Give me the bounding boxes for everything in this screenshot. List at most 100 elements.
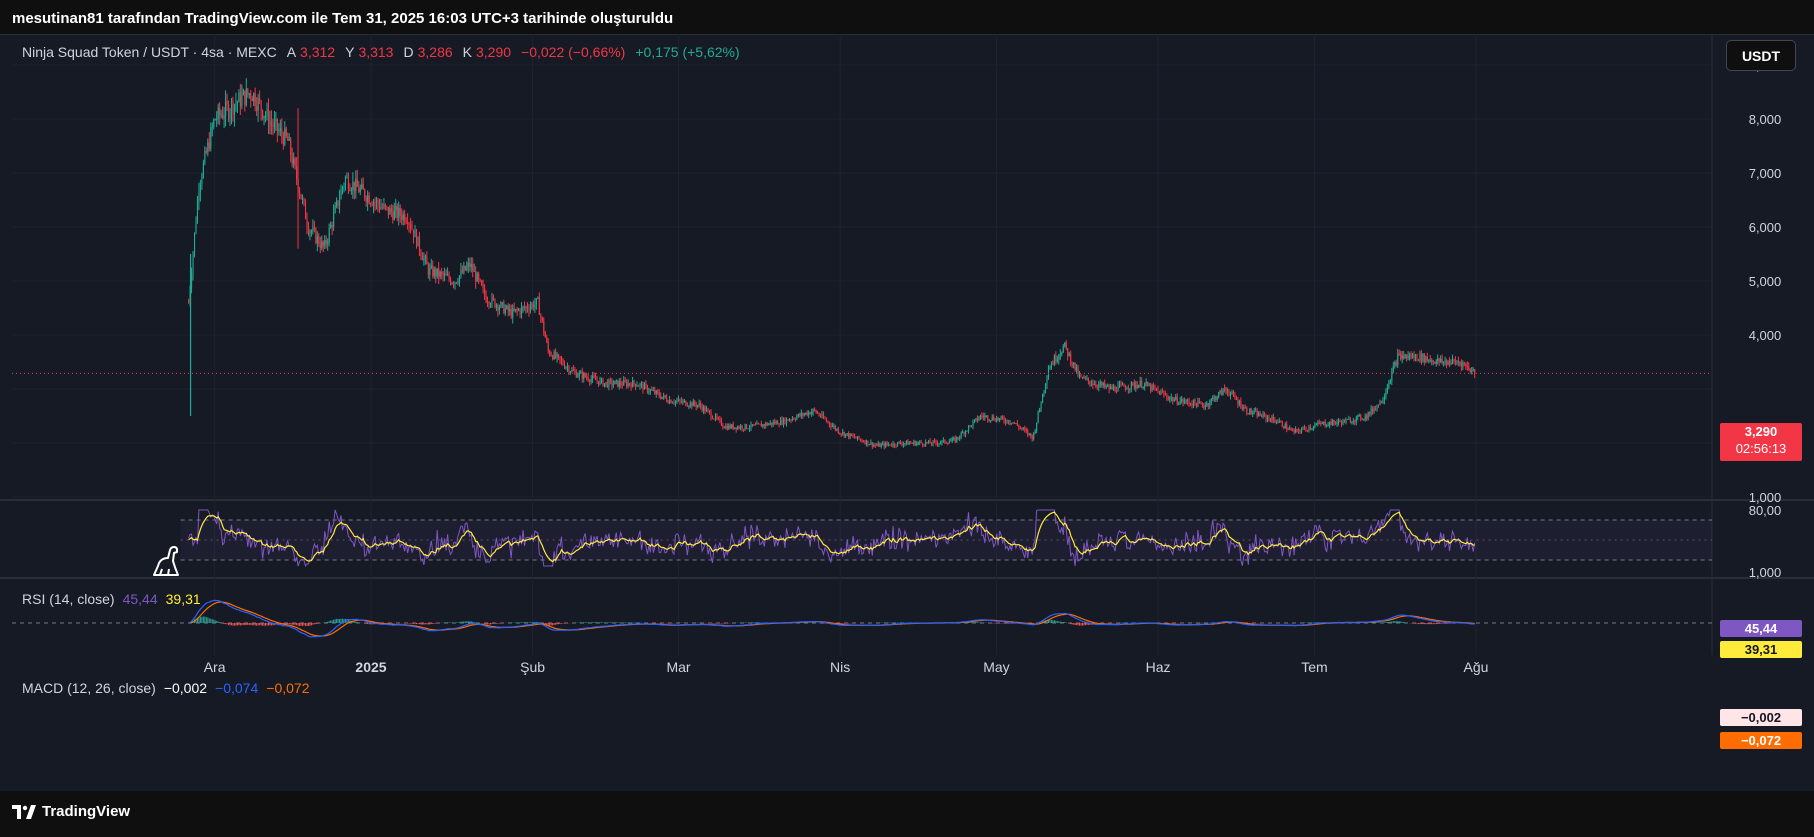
candle: [817, 410, 819, 414]
candle-body: [605, 382, 607, 384]
candle: [1036, 422, 1038, 434]
candle-body: [1034, 430, 1036, 434]
candle-body: [1000, 416, 1002, 419]
candle-body: [1065, 342, 1067, 349]
candle: [876, 442, 878, 447]
candle-body: [635, 383, 637, 387]
candle-body: [1459, 362, 1461, 364]
candle: [563, 360, 566, 370]
candle-body: [725, 426, 727, 429]
candle: [1033, 431, 1035, 441]
tradingview-logo[interactable]: TradingView: [12, 803, 130, 820]
candle: [492, 294, 495, 302]
candle: [1355, 415, 1357, 426]
candle-body: [337, 200, 339, 206]
candle-body: [578, 372, 580, 376]
candle-body: [358, 186, 360, 193]
candle-body: [1105, 385, 1107, 387]
candle-body: [521, 307, 523, 314]
candle: [1133, 379, 1135, 390]
candle: [389, 205, 391, 215]
candle: [262, 109, 264, 121]
candle: [729, 423, 731, 430]
candle: [1437, 354, 1439, 365]
candle-body: [343, 184, 345, 188]
candle-body: [1309, 427, 1312, 429]
candle: [925, 439, 927, 447]
currency-button[interactable]: USDT: [1726, 40, 1796, 71]
candle: [904, 442, 906, 447]
rsi-legend: RSI (14, close) 45,44 39,31: [22, 591, 201, 607]
candle-body: [341, 187, 344, 190]
candle-body: [1203, 405, 1205, 408]
candle-body: [994, 419, 996, 422]
candle-body: [319, 244, 321, 249]
candle-body: [865, 440, 868, 444]
candle: [1090, 379, 1092, 387]
candle: [926, 441, 928, 444]
candle-body: [205, 150, 207, 153]
candle: [561, 355, 563, 366]
macd-title[interactable]: MACD (12, 26, close): [22, 680, 156, 696]
candle-body: [562, 360, 564, 365]
candle-body: [1024, 428, 1026, 430]
candle: [239, 83, 241, 115]
symbol-title[interactable]: Ninja Squad Token / USDT · 4sa · MEXC: [22, 44, 277, 60]
candle-body: [450, 279, 452, 284]
candle: [439, 270, 441, 280]
candle-body: [380, 207, 382, 210]
candle-body: [917, 442, 919, 444]
candle: [1457, 356, 1460, 367]
candle-body: [1327, 425, 1329, 427]
candle: [387, 206, 389, 219]
candle: [1440, 355, 1442, 364]
candle-body: [198, 191, 200, 201]
candle-body: [1249, 408, 1251, 415]
candle-body: [778, 424, 780, 426]
candle-body: [834, 425, 836, 430]
candle-body: [399, 207, 401, 216]
candle: [393, 202, 395, 221]
candle: [1018, 424, 1020, 431]
candle: [1101, 380, 1103, 388]
candle: [751, 423, 754, 428]
candle: [473, 263, 475, 272]
candle: [307, 221, 310, 237]
open-label: A: [286, 44, 297, 60]
candle: [1108, 383, 1110, 394]
candle-body: [525, 306, 527, 309]
candle-body: [236, 102, 239, 104]
candle-body: [217, 107, 219, 120]
candle: [1139, 376, 1141, 388]
candle: [821, 410, 823, 419]
candle: [740, 423, 742, 431]
candle: [1342, 418, 1344, 426]
candle: [365, 195, 367, 207]
candle-body: [738, 426, 740, 429]
candle: [501, 301, 503, 308]
candle: [1206, 400, 1208, 407]
candle-body: [1398, 353, 1400, 355]
candle: [1339, 418, 1341, 423]
candle-body: [704, 406, 706, 412]
rsi-title[interactable]: RSI (14, close): [22, 591, 115, 607]
candle: [1338, 417, 1340, 426]
candle-body: [498, 307, 500, 311]
candle: [1030, 432, 1032, 439]
candle: [376, 196, 378, 210]
candle-body: [1465, 363, 1467, 367]
candle: [1280, 420, 1282, 423]
candle-body: [790, 419, 792, 421]
candle: [312, 219, 314, 235]
candle-body: [432, 265, 434, 277]
candle-body: [843, 432, 845, 437]
candle-body: [1373, 408, 1375, 412]
candle-body: [620, 381, 622, 385]
candle: [1360, 413, 1362, 422]
candle: [1025, 427, 1027, 434]
candle: [1022, 427, 1024, 431]
candle-body: [296, 166, 298, 180]
candle-body: [1138, 385, 1140, 388]
chart-canvas[interactable]: 9,0008,0007,0006,0005,0004,0002,0001,000…: [0, 34, 1814, 791]
candle: [1130, 381, 1132, 393]
